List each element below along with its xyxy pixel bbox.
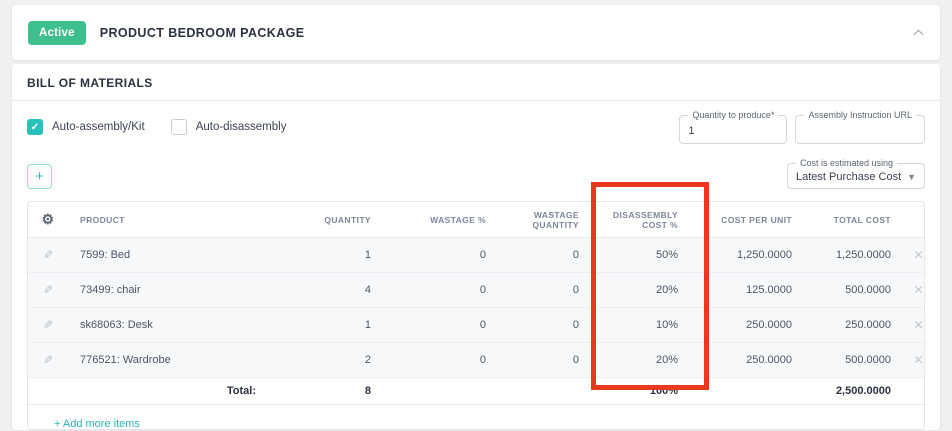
quantity-to-produce-field: Quantity to produce* <box>679 110 787 144</box>
auto-assembly-checkbox[interactable]: ✓ Auto-assembly/Kit <box>27 119 145 135</box>
assembly-url-label: Assembly Instruction URL <box>804 110 916 120</box>
row-cost-per-unit: 1,250.0000 <box>690 249 804 261</box>
row-total-cost: 500.0000 <box>804 354 903 366</box>
remove-row-icon[interactable]: ✕ <box>913 283 923 297</box>
controls-row: ✓ Auto-assembly/Kit Auto-disassembly Qua… <box>12 101 940 150</box>
row-cost-per-unit: 250.0000 <box>690 354 804 366</box>
total-label: Total: <box>68 385 268 397</box>
total-row: Total: 8 100% 2,500.0000 <box>28 378 924 405</box>
toolbar-row: + Cost is estimated using Latest Purchas… <box>12 150 940 195</box>
col-product: PRODUCT <box>68 215 268 225</box>
table-row: ✎ 73499: chair 4 0 0 20% 125.0000 500.00… <box>28 273 924 308</box>
row-quantity: 1 <box>268 319 383 331</box>
table-row: ✎ sk68063: Desk 1 0 0 10% 250.0000 250.0… <box>28 308 924 343</box>
status-badge: Active <box>28 21 86 45</box>
row-total-cost: 1,250.0000 <box>804 249 903 261</box>
row-total-cost: 250.0000 <box>804 319 903 331</box>
row-quantity: 4 <box>268 284 383 296</box>
row-total-cost: 500.0000 <box>804 284 903 296</box>
collapse-chevron-up-icon[interactable] <box>914 28 924 38</box>
checkbox-checked-icon[interactable]: ✓ <box>27 119 43 135</box>
row-disassembly: 50% <box>591 249 690 261</box>
edit-pencil-icon[interactable]: ✎ <box>43 248 53 262</box>
cost-estimation-value: Latest Purchase Cost <box>796 171 901 183</box>
quantity-to-produce-input[interactable] <box>688 125 778 137</box>
cost-estimation-label: Cost is estimated using <box>796 158 897 168</box>
page: Active PRODUCT BEDROOM PACKAGE BILL OF M… <box>0 0 952 431</box>
auto-disassembly-label: Auto-disassembly <box>196 121 287 133</box>
chevron-down-icon: ▼ <box>907 172 916 182</box>
col-wastage-qty: WASTAGE QUANTITY <box>498 210 591 230</box>
edit-pencil-icon[interactable]: ✎ <box>43 318 53 332</box>
auto-assembly-label: Auto-assembly/Kit <box>52 121 145 133</box>
bom-table: ⚙ PRODUCT QUANTITY WASTAGE % WASTAGE QUA… <box>27 201 925 430</box>
column-settings-gear-icon[interactable]: ⚙ <box>42 211 55 227</box>
cost-estimation-select[interactable]: Latest Purchase Cost ▼ <box>796 169 916 184</box>
add-item-button[interactable]: + <box>27 164 52 189</box>
row-product: sk68063: Desk <box>68 319 268 331</box>
checkbox-unchecked-icon[interactable] <box>171 119 187 135</box>
assembly-url-input[interactable] <box>804 125 916 137</box>
total-quantity: 8 <box>268 385 383 397</box>
row-wastage-pct: 0 <box>383 284 498 296</box>
add-more-row: + Add more items <box>28 405 924 430</box>
row-quantity: 2 <box>268 354 383 366</box>
section-title: BILL OF MATERIALS <box>12 64 940 101</box>
add-more-items-link[interactable]: + Add more items <box>54 418 140 430</box>
assembly-url-field: Assembly Instruction URL <box>795 110 925 144</box>
col-quantity: QUANTITY <box>268 215 383 225</box>
remove-row-icon[interactable]: ✕ <box>913 248 923 262</box>
page-title: PRODUCT BEDROOM PACKAGE <box>100 26 305 40</box>
row-cost-per-unit: 125.0000 <box>690 284 804 296</box>
col-wastage-pct: WASTAGE % <box>383 215 498 225</box>
auto-disassembly-checkbox[interactable]: Auto-disassembly <box>171 119 287 135</box>
row-disassembly: 20% <box>591 354 690 366</box>
table-row: ✎ 7599: Bed 1 0 0 50% 1,250.0000 1,250.0… <box>28 238 924 273</box>
total-disassembly: 100% <box>591 385 690 397</box>
total-cost: 2,500.0000 <box>804 385 903 397</box>
bill-of-materials-card: BILL OF MATERIALS ✓ Auto-assembly/Kit Au… <box>12 64 940 430</box>
remove-row-icon[interactable]: ✕ <box>913 318 923 332</box>
table-header-row: ⚙ PRODUCT QUANTITY WASTAGE % WASTAGE QUA… <box>28 202 924 238</box>
row-product: 7599: Bed <box>68 249 268 261</box>
row-wastage-qty: 0 <box>498 284 591 296</box>
row-wastage-qty: 0 <box>498 354 591 366</box>
row-wastage-qty: 0 <box>498 319 591 331</box>
quantity-to-produce-label: Quantity to produce* <box>688 110 778 120</box>
row-wastage-pct: 0 <box>383 319 498 331</box>
remove-row-icon[interactable]: ✕ <box>913 353 923 367</box>
row-disassembly: 10% <box>591 319 690 331</box>
edit-pencil-icon[interactable]: ✎ <box>43 283 53 297</box>
row-product: 73499: chair <box>68 284 268 296</box>
edit-pencil-icon[interactable]: ✎ <box>43 353 53 367</box>
row-wastage-pct: 0 <box>383 249 498 261</box>
row-disassembly: 20% <box>591 284 690 296</box>
col-cost-per-unit: COST PER UNIT <box>690 215 804 225</box>
col-total-cost: TOTAL COST <box>804 215 903 225</box>
table-row: ✎ 776521: Wardrobe 2 0 0 20% 250.0000 50… <box>28 343 924 378</box>
row-cost-per-unit: 250.0000 <box>690 319 804 331</box>
cost-estimation-dropdown: Cost is estimated using Latest Purchase … <box>787 158 925 189</box>
product-header-bar: Active PRODUCT BEDROOM PACKAGE <box>12 5 940 60</box>
row-wastage-qty: 0 <box>498 249 591 261</box>
row-product: 776521: Wardrobe <box>68 354 268 366</box>
row-quantity: 1 <box>268 249 383 261</box>
row-wastage-pct: 0 <box>383 354 498 366</box>
col-disassembly: DISASSEMBLY COST % <box>591 210 690 230</box>
